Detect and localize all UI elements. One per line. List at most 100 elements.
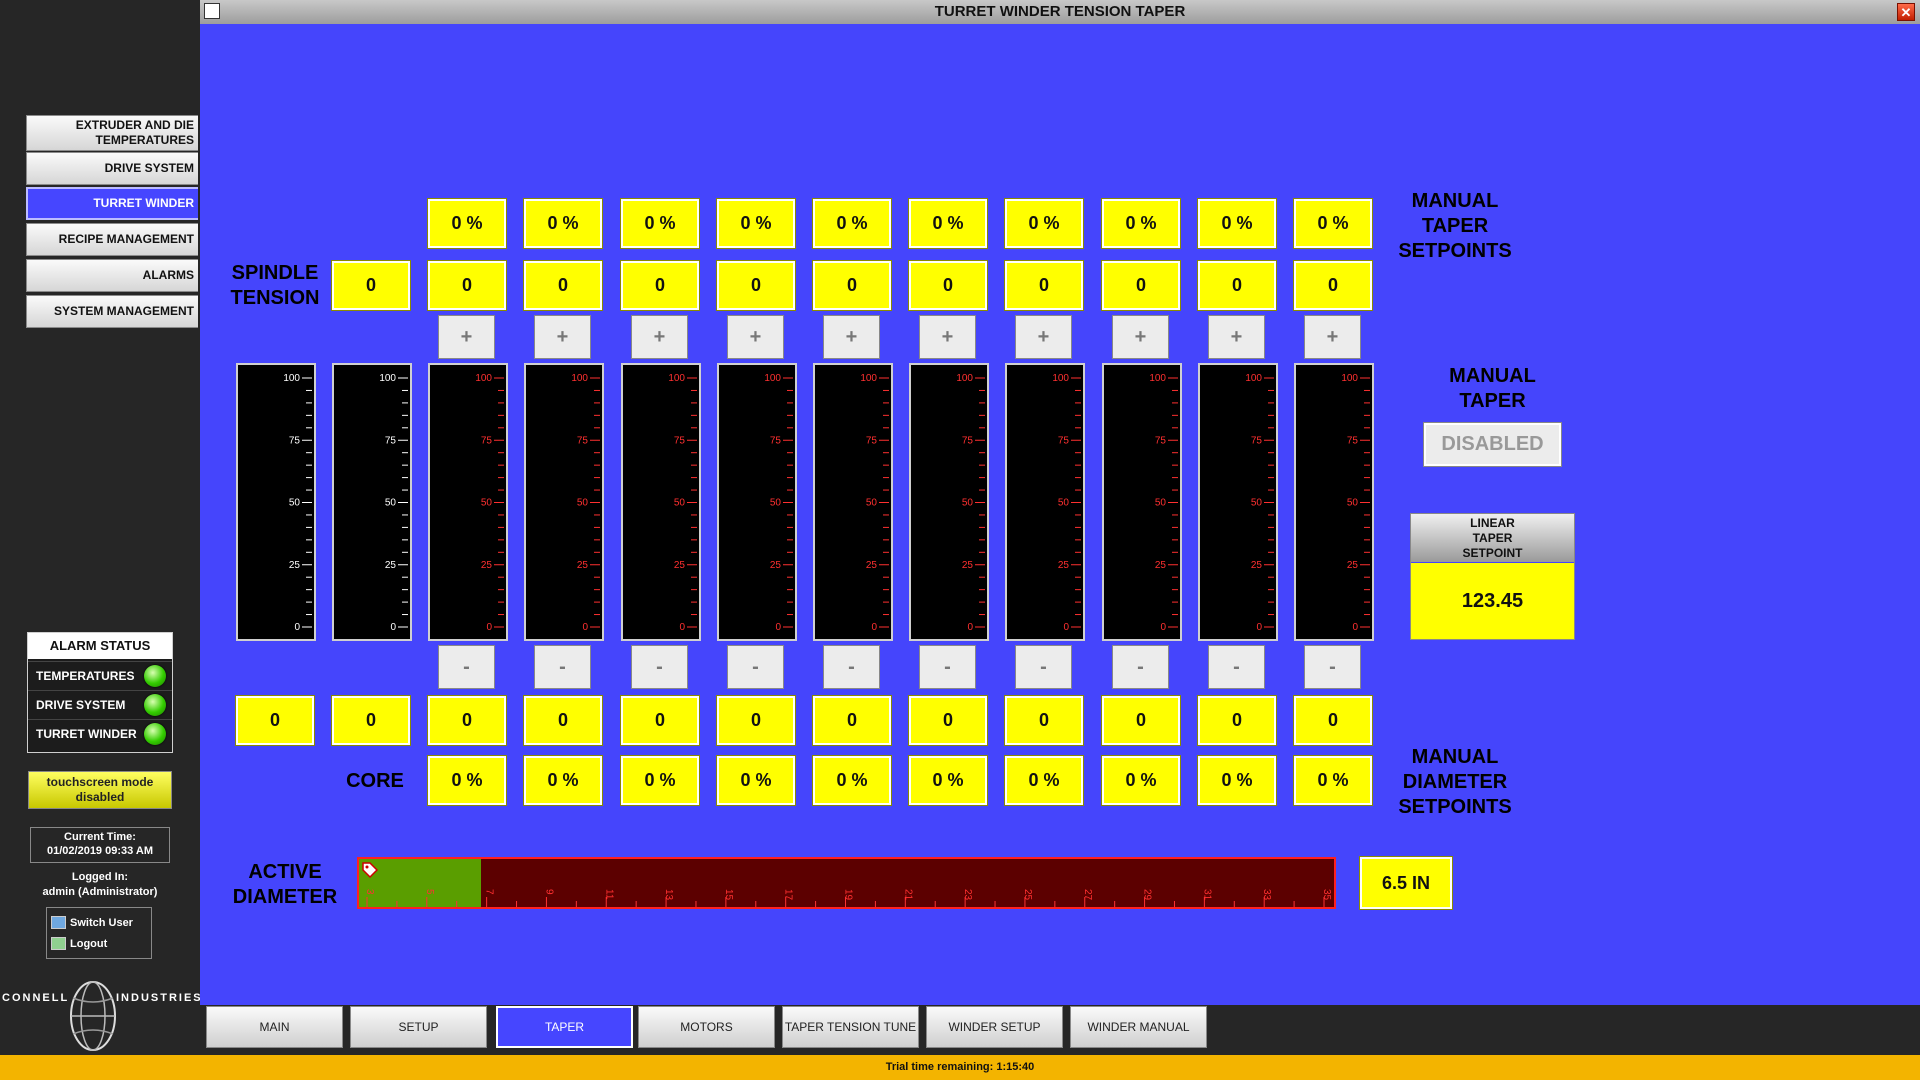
increment-button[interactable]: + [1015,315,1072,359]
tension-value[interactable]: 0 [717,261,795,310]
decrement-button[interactable]: - [919,645,976,689]
manual-diameter-setpoint[interactable]: 0 % [813,756,891,805]
window-menu-icon[interactable] [204,3,220,19]
tension-value[interactable]: 0 [909,261,987,310]
increment-button[interactable]: + [919,315,976,359]
close-icon[interactable]: ✕ [1897,3,1915,21]
manual-taper-setpoint[interactable]: 0 % [1198,199,1276,248]
nav-drive-system[interactable]: DRIVE SYSTEM [26,152,198,185]
decrement-button[interactable]: - [438,645,495,689]
manual-taper-setpoint[interactable]: 0 % [524,199,602,248]
tab-taper[interactable]: TAPER [496,1006,633,1048]
tab-winder-manual[interactable]: WINDER MANUAL [1070,1006,1207,1048]
manual-diameter-setpoint[interactable]: 0 % [428,756,506,805]
tension-value[interactable]: 0 [621,261,699,310]
manual-diameter-setpoint[interactable]: 0 % [717,756,795,805]
tension-value[interactable]: 0 [524,261,602,310]
manual-diameter-setpoint[interactable]: 0 % [1294,756,1372,805]
linear-taper-setpoint-value[interactable]: 123.45 [1411,563,1574,639]
gauge-tick-label: 0 [967,622,973,633]
manual-diameter-setpoint[interactable]: 0 % [524,756,602,805]
switch-user-button[interactable]: Switch User [51,916,133,929]
manual-taper-setpoint[interactable]: 0 % [909,199,987,248]
manual-diameter-setpoint[interactable]: 0 % [909,756,987,805]
tension-value[interactable]: 0 [813,261,891,310]
diameter-tick-label: 19 [843,889,854,901]
gauge-tick-label: 0 [582,622,588,633]
active-diameter-bar: 3 5 7 9 11 13 15 17 19 21 23 25 27 29 31 33 35 [357,857,1336,909]
manual-taper-toggle[interactable]: DISABLED [1424,423,1561,466]
taper-gauge-6: 100 75 50 25 0 [909,363,989,641]
gauge-tick-label: 100 [475,373,492,384]
tab-main[interactable]: MAIN [206,1006,343,1048]
decrement-button[interactable]: - [1112,645,1169,689]
decrement-button[interactable]: - [534,645,591,689]
nav-turret-winder[interactable]: TURRET WINDER [26,187,198,220]
tension-value[interactable]: 0 [1102,261,1180,310]
current-time-box: Current Time: 01/02/2019 09:33 AM [30,827,170,863]
gauge-tick-label: 50 [577,498,589,509]
increment-button[interactable]: + [631,315,688,359]
diameter-tick-label: 3 [364,889,375,895]
tension-value[interactable]: 0 [1198,261,1276,310]
window-title: TURRET WINDER TENSION TAPER [934,3,1186,20]
gauge-tick-label: 100 [1149,373,1166,384]
tab-setup[interactable]: SETUP [350,1006,487,1048]
gauge-scale: 100 75 50 25 0 [379,373,408,633]
tab-motors[interactable]: MOTORS [638,1006,775,1048]
taper-gauge-10: 100 75 50 25 0 [1294,363,1374,641]
tab-taper-tension-tune[interactable]: TAPER TENSION TUNE [782,1006,919,1048]
decrement-button[interactable]: - [727,645,784,689]
tension-value[interactable]: 0 [428,261,506,310]
nav-system-management[interactable]: SYSTEM MANAGEMENT [26,295,198,328]
gauge-tick-label: 75 [1155,435,1167,446]
manual-taper-setpoint[interactable]: 0 % [1102,199,1180,248]
increment-button[interactable]: + [1112,315,1169,359]
decrement-button[interactable]: - [1304,645,1361,689]
tension-value[interactable]: 0 [1294,261,1372,310]
decrement-button[interactable]: - [1208,645,1265,689]
increment-button[interactable]: + [823,315,880,359]
manual-taper-setpoint[interactable]: 0 % [813,199,891,248]
increment-button[interactable]: + [1208,315,1265,359]
increment-button[interactable]: + [1304,315,1361,359]
manual-diameter-setpoint[interactable]: 0 % [1102,756,1180,805]
tension-bottom-value: 0 [621,696,699,745]
decrement-button[interactable]: - [631,645,688,689]
gauge-tick-label: 75 [1347,435,1359,446]
increment-button[interactable]: + [727,315,784,359]
diameter-tick-label: 21 [902,889,913,901]
logged-in-info: Logged In: admin (Administrator) [20,870,180,900]
manual-taper-setpoint[interactable]: 0 % [428,199,506,248]
tension-bottom-value: 0 [909,696,987,745]
decrement-button[interactable]: - [823,645,880,689]
manual-taper-label: MANUAL TAPER [1449,365,1536,412]
increment-button[interactable]: + [534,315,591,359]
touchscreen-mode-button[interactable]: touchscreen mode disabled [28,771,172,809]
linear-taper-setpoint-box: LINEAR TAPER SETPOINT 123.45 [1410,513,1575,640]
gauge-tick-label: 0 [871,622,877,633]
increment-button[interactable]: + [438,315,495,359]
manual-diameter-setpoint[interactable]: 0 % [1198,756,1276,805]
gauge-tick-label: 75 [289,435,301,446]
gauge-tick-label: 50 [770,498,782,509]
logout-button[interactable]: Logout [51,937,107,950]
tension-value[interactable]: 0 [1005,261,1083,310]
nav-recipe-management[interactable]: RECIPE MANAGEMENT [26,223,198,256]
nav-extruder-die-temperatures[interactable]: EXTRUDER AND DIE TEMPERATURES [26,115,198,151]
diameter-tick-label: 31 [1201,889,1212,901]
gauge-tick-label: 0 [390,622,396,633]
manual-taper-setpoint[interactable]: 0 % [1294,199,1372,248]
left-panel: EXTRUDER AND DIE TEMPERATURES DRIVE SYST… [0,0,201,1055]
manual-taper-setpoint[interactable]: 0 % [621,199,699,248]
diameter-tick-label: 27 [1082,889,1093,901]
manual-taper-setpoint[interactable]: 0 % [1005,199,1083,248]
manual-diameter-setpoint[interactable]: 0 % [1005,756,1083,805]
manual-taper-setpoint[interactable]: 0 % [717,199,795,248]
nav-alarms[interactable]: ALARMS [26,259,198,292]
tab-winder-setup[interactable]: WINDER SETUP [926,1006,1063,1048]
manual-diameter-setpoint[interactable]: 0 % [621,756,699,805]
spindle-tension-value[interactable]: 0 [332,261,410,310]
tension-bottom-value: 0 [428,696,506,745]
decrement-button[interactable]: - [1015,645,1072,689]
